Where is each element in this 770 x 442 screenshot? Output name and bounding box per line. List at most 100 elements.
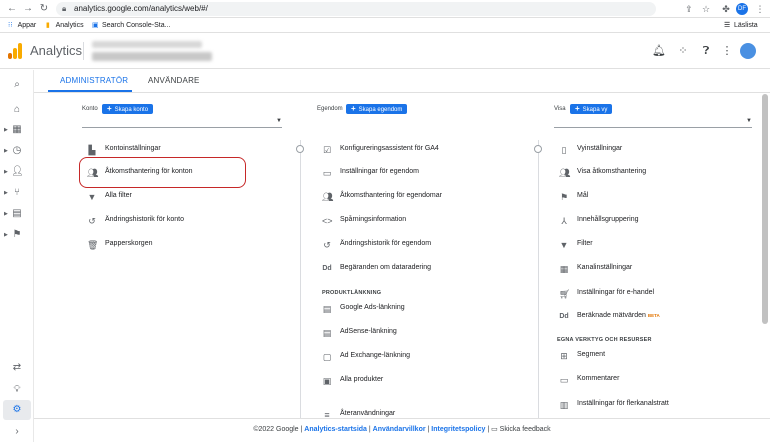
- reading-list[interactable]: ☰ Läslista: [724, 20, 758, 31]
- back-icon[interactable]: ←: [6, 3, 18, 15]
- footer-link-home[interactable]: Analytics-startsida: [304, 426, 367, 433]
- dropdown-caret-icon: ▼: [746, 118, 752, 124]
- column-link-icon: [534, 145, 542, 153]
- address-bar[interactable]: 🔒︎ analytics.google.com/analytics/web/#/: [56, 2, 656, 16]
- adsense-icon: ▤: [322, 328, 332, 338]
- apps-icon[interactable]: ⁘: [677, 45, 689, 57]
- admin-tabs: ADMINISTRATÖR ANVÄNDARE: [34, 69, 770, 93]
- bell-icon[interactable]: 🔔︎: [652, 45, 666, 57]
- account-column-label: Konto: [82, 106, 98, 112]
- history-icon: ↺: [88, 216, 96, 226]
- expand-arrow-icon[interactable]: ▶: [4, 232, 8, 238]
- analytics-logo-icon: [8, 43, 22, 59]
- profile-avatar[interactable]: DF: [736, 3, 748, 15]
- acquisition-icon[interactable]: ⑂: [11, 187, 23, 199]
- behavior-icon[interactable]: ▤: [11, 208, 23, 220]
- extensions-icon[interactable]: ✤: [720, 3, 732, 15]
- view-selector[interactable]: ▼: [554, 118, 752, 128]
- walk-icon: ⅄: [561, 216, 567, 226]
- dropdown-caret-icon: ▼: [276, 118, 282, 124]
- column-separator: [538, 140, 539, 422]
- browser-toolbar: ← → ↻ 🔒︎ analytics.google.com/analytics/…: [0, 0, 770, 18]
- app-title: Analytics: [30, 43, 83, 58]
- property-column-label: Egendom: [317, 106, 343, 112]
- view-column-label: Visa: [554, 106, 566, 112]
- ga-header: Analytics 🔔︎ ⁘ ❓︎ ⋮: [0, 33, 770, 69]
- bookmark-analytics[interactable]: ▮ Analytics: [46, 20, 84, 31]
- footer-feedback[interactable]: Skicka feedback: [500, 426, 551, 433]
- product-linking-heading: PRODUKTLÄNKNING: [322, 290, 382, 296]
- apps-grid-icon: ⁝⁝: [8, 22, 13, 29]
- expand-arrow-icon[interactable]: ▶: [4, 148, 8, 154]
- expand-arrow-icon[interactable]: ▶: [4, 169, 8, 175]
- attribution-icon[interactable]: ⇄: [11, 362, 23, 374]
- flag-icon[interactable]: ⚑: [11, 229, 23, 241]
- expand-arrow-icon[interactable]: ▶: [4, 127, 8, 133]
- bookmark-search-console[interactable]: ▣ Search Console-Sta...: [92, 20, 170, 31]
- create-view-button[interactable]: + Skapa vy: [570, 104, 613, 114]
- dashboard-icon[interactable]: ▦: [11, 124, 23, 136]
- column-separator: [300, 140, 301, 422]
- code-icon: <>: [322, 216, 333, 226]
- expand-arrow-icon[interactable]: ▶: [4, 190, 8, 196]
- create-property-button[interactable]: + Skapa egendom: [346, 104, 408, 114]
- bookmarks-bar: ⁝⁝ Appar ▮ Analytics ▣ Search Console-St…: [0, 18, 770, 33]
- people-icon: 👥︎: [322, 192, 334, 202]
- footer: ©2022 Google | Analytics-startsida | Anv…: [34, 418, 770, 440]
- grid-icon: ▦: [559, 264, 569, 274]
- filter-icon: ▼: [559, 240, 569, 250]
- people-icon: 👥︎: [559, 168, 571, 178]
- footer-links: ©2022 Google | Analytics-startsida | Anv…: [253, 426, 551, 433]
- analytics-icon: ▮: [46, 22, 50, 29]
- filter-icon: ▼: [87, 192, 97, 202]
- column-link-icon: [296, 145, 304, 153]
- cart-icon: 🛒︎: [559, 289, 571, 299]
- products-icon: ▣: [322, 376, 332, 386]
- reading-list-icon: ☰: [724, 22, 731, 29]
- bars-icon: ▥: [559, 400, 569, 410]
- create-account-button[interactable]: + Skapa konto: [102, 104, 154, 114]
- exchange-icon: ▢: [322, 352, 332, 362]
- page-scrollbar[interactable]: [762, 94, 768, 324]
- person-icon[interactable]: 👤︎: [11, 166, 24, 178]
- feedback-icon: ▭: [491, 426, 498, 433]
- expand-arrow-icon[interactable]: ▶: [4, 211, 8, 217]
- checkbox-icon: ☑: [322, 145, 332, 155]
- account-selector[interactable]: ▼: [82, 118, 282, 128]
- chevron-right-icon[interactable]: ›: [11, 426, 23, 438]
- building-icon: ▙: [88, 145, 96, 155]
- dd-icon: Dd: [322, 265, 332, 272]
- account-selector-blurred[interactable]: [92, 41, 202, 48]
- ads-icon: ▤: [322, 304, 332, 314]
- home-icon[interactable]: ⌂: [11, 104, 23, 116]
- star-icon[interactable]: ☆: [700, 3, 712, 15]
- footer-link-terms[interactable]: Användarvillkor: [373, 426, 426, 433]
- more-vert-icon[interactable]: ⋮: [721, 45, 733, 57]
- search-icon[interactable]: ⌕: [11, 79, 23, 91]
- clock-icon[interactable]: ◷: [11, 145, 23, 157]
- trash-icon: 🗑︎: [87, 240, 99, 250]
- bookmark-apps[interactable]: ⁝⁝ Appar: [8, 20, 36, 31]
- history-icon: ↺: [323, 240, 331, 250]
- reload-icon[interactable]: ↻: [38, 3, 50, 15]
- tools-heading: EGNA VERKTYG OCH RESURSER: [557, 337, 652, 343]
- property-selector-blurred[interactable]: [92, 52, 212, 61]
- window-icon: ▭: [322, 168, 332, 178]
- forward-icon[interactable]: →: [22, 3, 34, 15]
- dd-icon: Dd: [559, 313, 569, 320]
- share-icon[interactable]: ⇪: [683, 3, 695, 15]
- account-avatar[interactable]: [740, 43, 756, 59]
- tab-administrator[interactable]: ADMINISTRATÖR: [60, 76, 128, 85]
- highlight-annotation: [79, 157, 246, 188]
- flag-icon: ⚑: [559, 192, 569, 202]
- tab-users[interactable]: ANVÄNDARE: [148, 76, 200, 85]
- left-nav-rail: ⌕ ⌂ ▶ ▦ ▶ ◷ ▶ 👤︎ ▶ ⑂ ▶ ▤ ▶ ⚑ ⇄ 💡︎ ⚙ ›: [0, 70, 34, 442]
- lightbulb-icon[interactable]: 💡︎: [11, 384, 23, 396]
- help-icon[interactable]: ❓︎: [700, 45, 712, 57]
- more-vert-icon[interactable]: ⋮: [754, 3, 766, 15]
- footer-link-privacy[interactable]: Integritetspolicy: [431, 426, 485, 433]
- url-text: analytics.google.com/analytics/web/#/: [74, 4, 208, 13]
- lock-icon: 🔒︎: [62, 4, 67, 13]
- beta-badge: BETA: [647, 313, 660, 318]
- gear-icon[interactable]: ⚙: [11, 404, 23, 416]
